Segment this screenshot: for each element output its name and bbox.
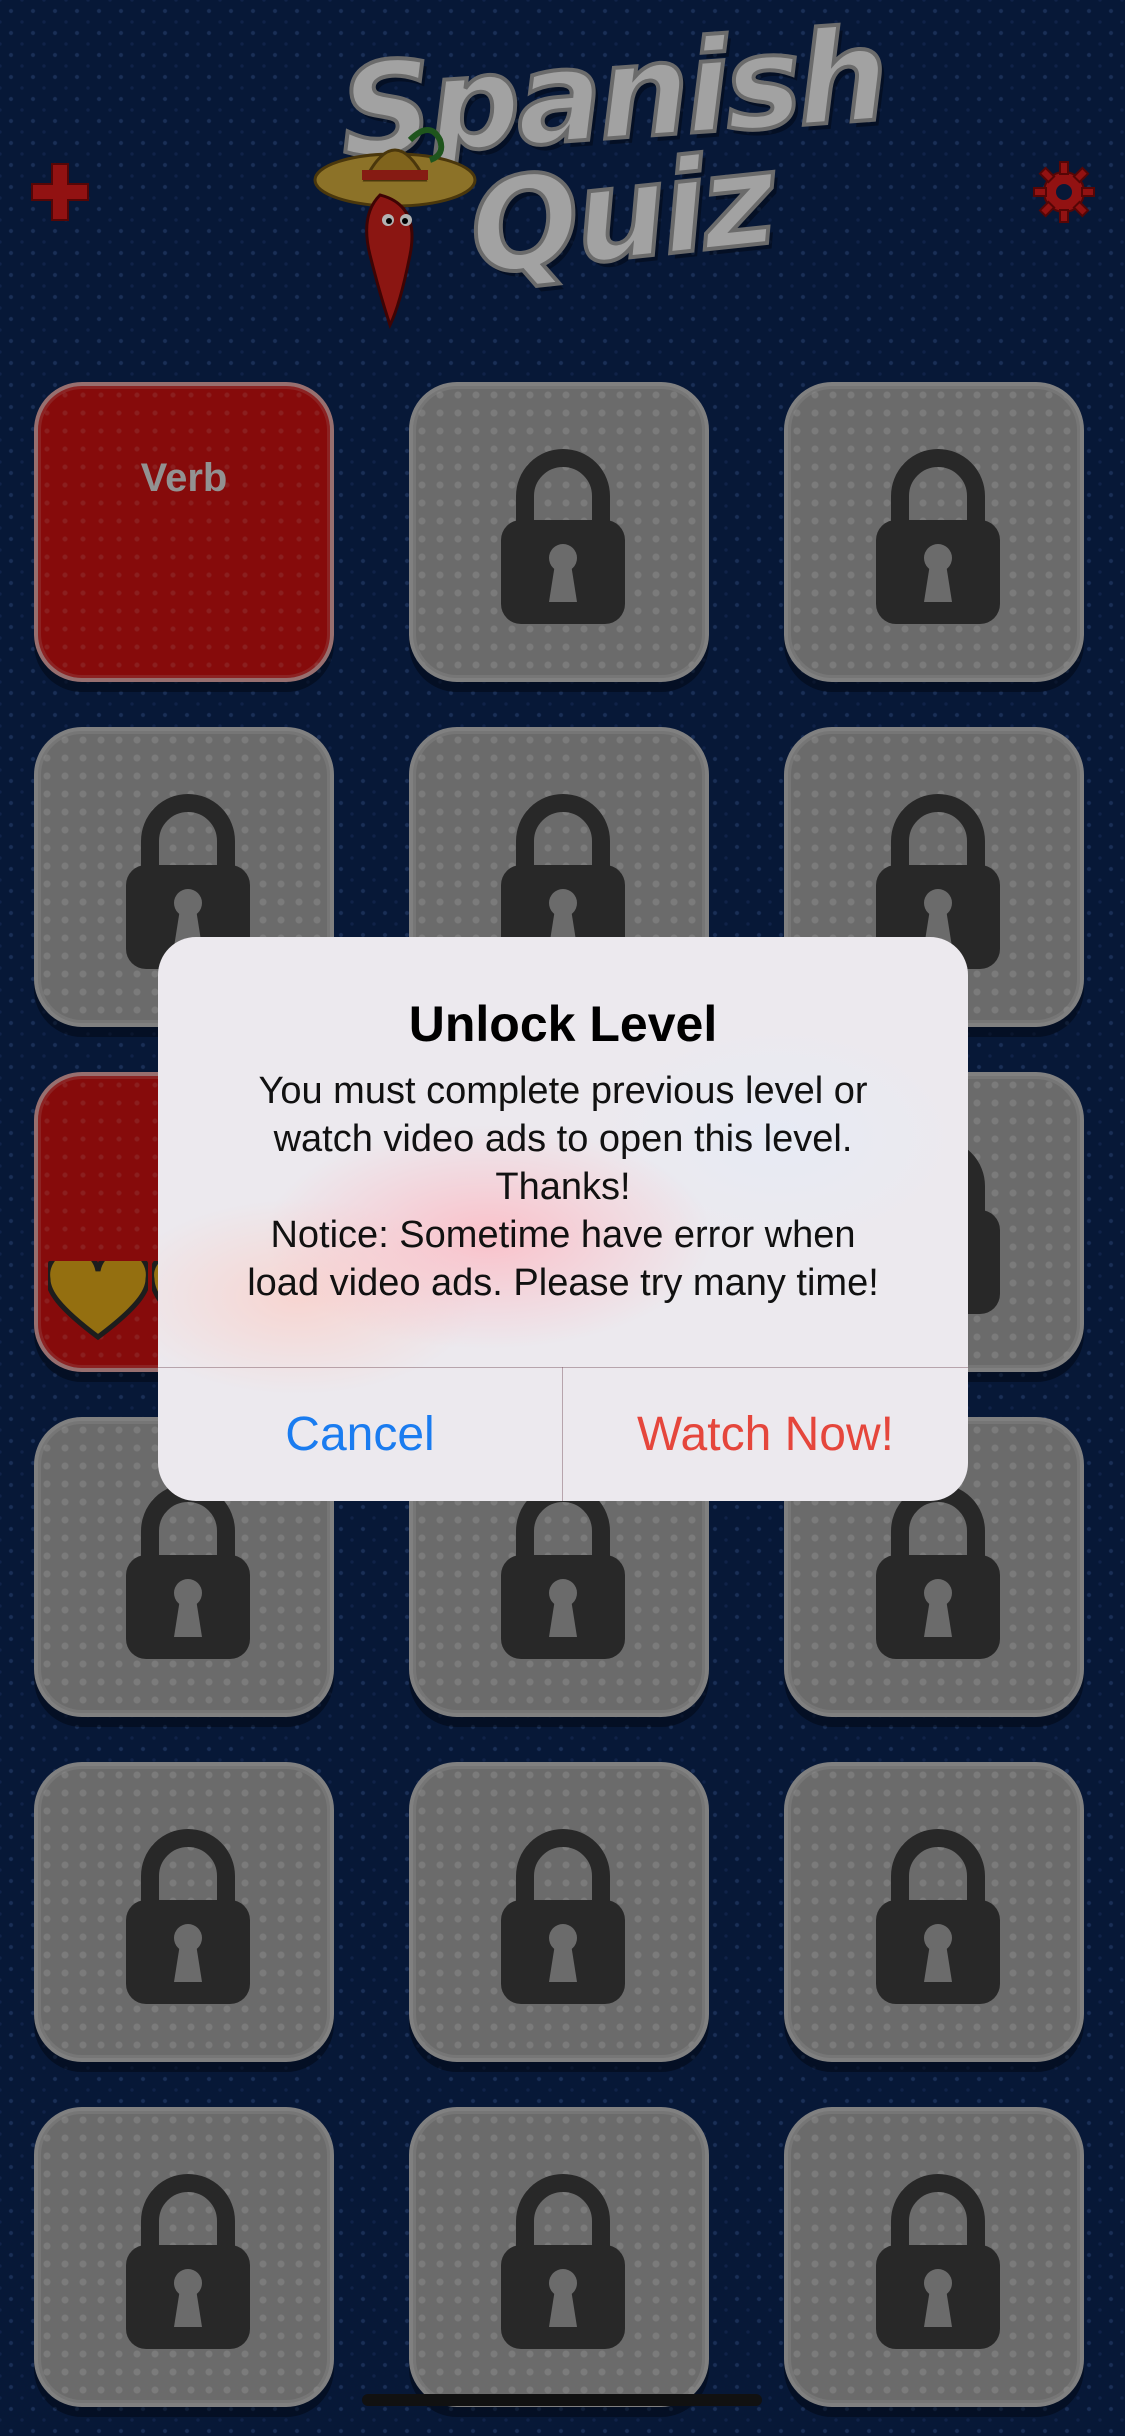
- unlock-level-alert: Unlock Level You must complete previous …: [158, 937, 968, 1501]
- cancel-button[interactable]: Cancel: [158, 1368, 562, 1501]
- watch-now-button[interactable]: Watch Now!: [563, 1368, 968, 1501]
- alert-title: Unlock Level: [408, 996, 718, 1052]
- home-indicator[interactable]: [362, 2394, 762, 2406]
- alert-message: You must complete previous level or watc…: [247, 1070, 879, 1304]
